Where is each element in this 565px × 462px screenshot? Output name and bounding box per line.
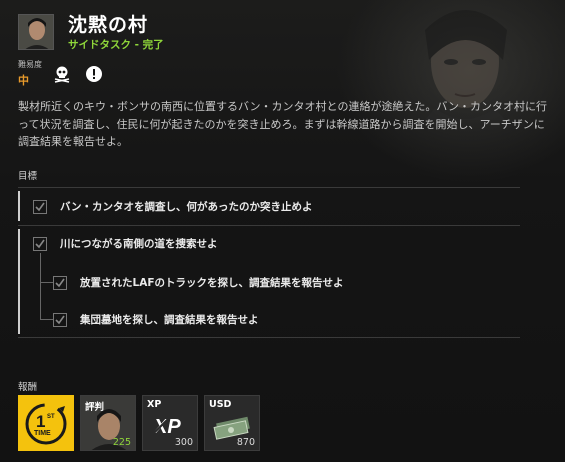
rewards-label: 報酬 [18,382,38,393]
objective-text: バン・カンタオを調査し、何があったのか突き止めよ [60,201,313,213]
objective-item: 川につながる南側の道を捜索せよ [33,236,218,251]
reward-value: 225 [112,437,131,448]
checkbox [53,312,67,327]
first-time-suffix: ST [47,414,55,420]
objective-marker [18,229,20,334]
mission-status: サイドタスク - 完了 [68,39,164,51]
checkbox [33,199,47,214]
reward-label: 評判 [85,402,105,413]
difficulty: 難易度 中 [18,59,42,88]
objective-subitem: 放置されたLAFのトラックを探し、調査結果を報告せよ [53,275,344,290]
rewards-list: 1 ST TIME 評判 225 XP XP 300 USD 870 [18,395,260,451]
objective-text: 放置されたLAFのトラックを探し、調査結果を報告せよ [80,277,344,289]
reward-value: 300 [174,437,193,448]
alert-icon[interactable] [84,64,104,84]
divider [18,225,520,226]
mission-description: 製材所近くのキウ・ボンサの南西に位置するバン・カンタオ村との連絡が途絶えた。バン… [18,100,547,148]
first-time-number: 1 [36,412,45,431]
mission-modifiers [52,64,104,84]
objective-text: 川につながる南側の道を捜索せよ [60,238,218,250]
difficulty-label: 難易度 [18,60,42,69]
objective-text: 集団墓地を探し、調査結果を報告せよ [80,314,259,326]
reward-reputation[interactable]: 評判 225 [80,395,136,451]
objective-item: バン・カンタオを調査し、何があったのか突き止めよ [33,199,313,214]
reward-first-time[interactable]: 1 ST TIME [18,395,74,451]
mission-header: 沈黙の村 サイドタスク - 完了 [18,14,164,52]
tree-line [40,282,54,283]
first-time-text: TIME [34,430,51,437]
tree-line [40,319,54,320]
reward-usd[interactable]: USD 870 [204,395,260,451]
divider [18,187,520,188]
objective-marker [18,191,20,221]
difficulty-value: 中 [18,74,29,87]
divider [18,337,520,338]
skull-crossbones-icon[interactable] [52,64,72,84]
avatar [18,14,54,50]
first-time-icon: 1 ST TIME [25,403,67,445]
tree-line [40,253,41,319]
checkbox [53,275,67,290]
reward-xp[interactable]: XP XP 300 [142,395,198,451]
objective-subitem: 集団墓地を探し、調査結果を報告せよ [53,312,259,327]
reward-value: 870 [236,437,255,448]
checkbox [33,236,47,251]
page-title: 沈黙の村 [68,14,149,36]
objectives-label: 目標 [18,171,38,182]
